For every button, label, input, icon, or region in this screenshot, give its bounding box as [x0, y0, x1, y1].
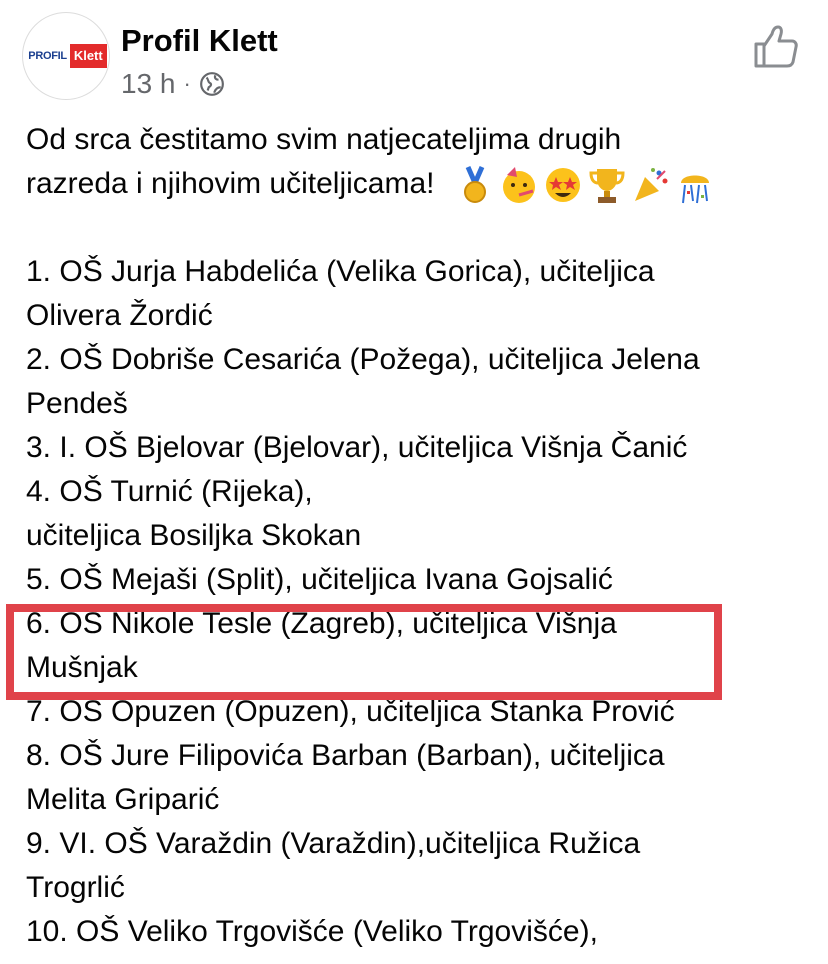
page-avatar[interactable]: PROFIL Klett [22, 12, 110, 100]
list-line: 1. OŠ Jurja Habdelića (Velika Gorica), u… [26, 255, 655, 288]
highlight-box [6, 604, 722, 700]
list-line: 3. I. OŠ Bjelovar (Bjelovar), učiteljica… [26, 431, 688, 464]
trophy-icon [589, 169, 625, 204]
list-line: 10. OŠ Veliko Trgovišće (Veliko Trgovišć… [26, 915, 598, 948]
list-line: Pendeš [26, 387, 128, 420]
thumbs-up-icon[interactable] [752, 24, 800, 70]
post-timestamp[interactable]: 13 h [121, 68, 176, 100]
logo-left-text: PROFIL [28, 50, 67, 62]
list-line: 9. VI. OŠ Varaždin (Varaždin),učiteljica… [26, 827, 641, 860]
facebook-post: PROFIL Klett Profil Klett 13 h · Od srca… [0, 0, 828, 964]
profil-klett-logo: PROFIL Klett [25, 44, 107, 68]
list-line: 2. OŠ Dobriše Cesarića (Požega), učitelj… [26, 343, 700, 376]
author-name[interactable]: Profil Klett [121, 22, 278, 60]
logo-right-text: Klett [69, 44, 107, 68]
list-line: 8. OŠ Jure Filipovića Barban (Barban), u… [26, 739, 665, 772]
party-popper-icon [634, 168, 668, 202]
list-line: 4. OŠ Turnić (Rijeka), [26, 475, 313, 508]
intro-line-2: razreda i njihovim učiteljicama! [26, 162, 816, 206]
confetti-ball-icon [680, 175, 709, 204]
post-meta: 13 h · [121, 68, 225, 100]
winners-list: 1. OŠ Jurja Habdelića (Velika Gorica), u… [26, 250, 816, 954]
emoji-row [455, 165, 715, 205]
globe-icon[interactable] [199, 71, 225, 97]
sports-medal-icon [463, 166, 486, 204]
meta-separator: · [183, 71, 191, 96]
intro-line-2-text: razreda i njihovim učiteljicama! [26, 167, 435, 200]
partying-face-icon [502, 167, 535, 204]
empty-line [26, 206, 816, 250]
list-line: Olivera Žordić [26, 299, 213, 332]
intro-line-1: Od srca čestitamo svim natjecateljima dr… [26, 123, 622, 156]
list-line: učiteljica Bosiljka Skokan [26, 519, 362, 552]
star-struck-icon [545, 168, 580, 203]
list-line: 5. OŠ Mejaši (Split), učiteljica Ivana G… [26, 563, 613, 596]
list-line: Trogrlić [26, 871, 125, 904]
post-text: Od srca čestitamo svim natjecateljima dr… [26, 118, 816, 954]
list-line: Melita Griparić [26, 783, 220, 816]
